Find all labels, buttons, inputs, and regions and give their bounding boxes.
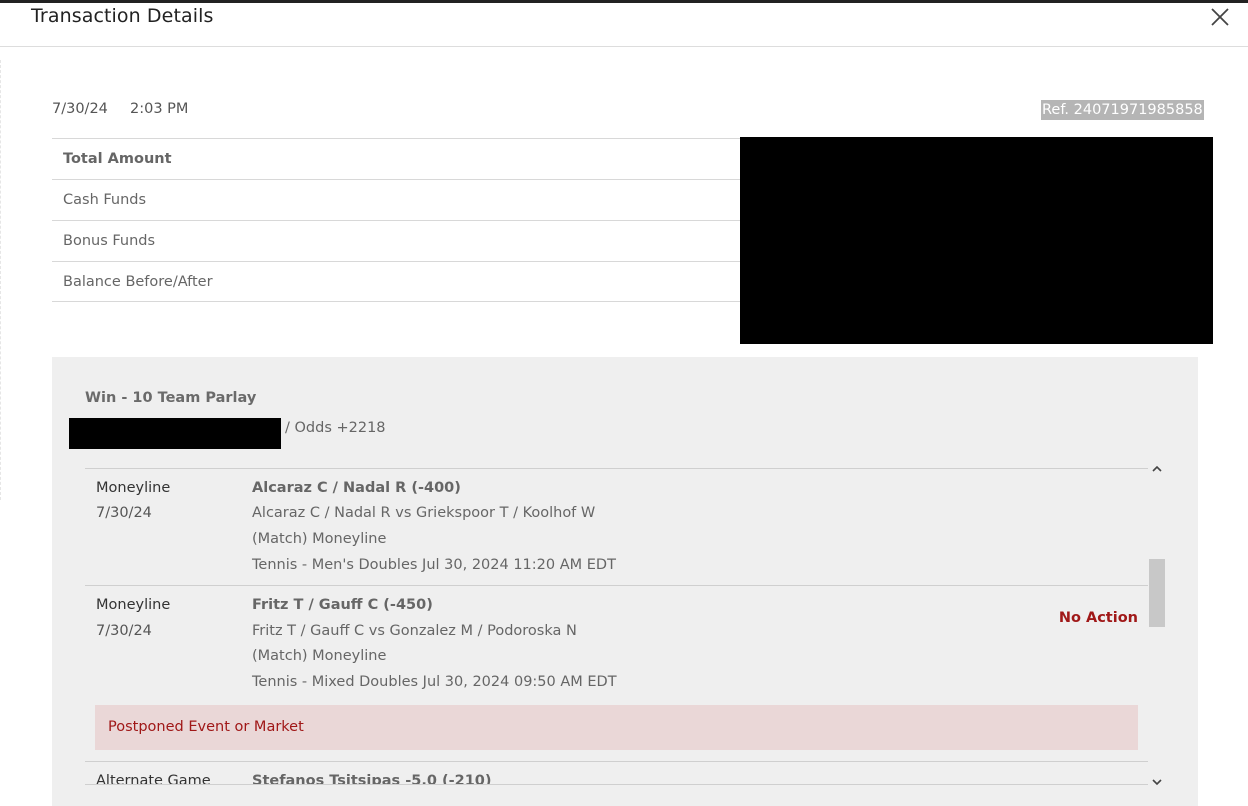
- leg-event: Fritz T / Gauff C vs Gonzalez M / Podoro…: [252, 623, 577, 639]
- modal-title: Transaction Details: [31, 5, 214, 27]
- total-amount-row: Total Amount: [52, 138, 740, 179]
- bet-odds: / Odds +2218: [285, 420, 386, 436]
- leg-notice: Postponed Event or Market: [95, 705, 1138, 750]
- modal-header: Transaction Details: [0, 3, 1248, 47]
- cash-funds-label: Cash Funds: [63, 192, 147, 208]
- bet-panel: Win - 10 Team Parlay / Odds +2218 Moneyl…: [52, 357, 1198, 806]
- redacted-amounts: [740, 137, 1213, 344]
- bonus-funds-label: Bonus Funds: [63, 233, 156, 249]
- leg-selection: Fritz T / Gauff C (-450): [252, 597, 433, 613]
- scroll-thumb[interactable]: [1149, 559, 1165, 627]
- leg-date: 7/30/24: [96, 623, 152, 639]
- bet-leg: Alternate Game Stefanos Tsitsipas -5.0 (…: [85, 762, 1148, 784]
- redacted-stake: [69, 418, 281, 449]
- legs-bottom-divider: [85, 784, 1148, 785]
- transaction-time: 2:03 PM: [130, 101, 189, 117]
- chevron-up-icon: [1152, 465, 1162, 472]
- balance-row: Balance Before/After: [52, 261, 740, 302]
- close-button[interactable]: [1208, 5, 1232, 29]
- leg-selection: Stefanos Tsitsipas -5.0 (-210): [252, 773, 492, 784]
- chevron-down-icon: [1152, 779, 1162, 786]
- leg-status-badge: No Action: [1058, 610, 1138, 626]
- bet-legs-list[interactable]: Moneyline 7/30/24 Alcaraz C / Nadal R (-…: [85, 468, 1148, 784]
- close-icon: [1211, 8, 1229, 26]
- leg-type: Moneyline: [96, 480, 171, 496]
- balance-label: Balance Before/After: [63, 273, 213, 290]
- scroll-up-button[interactable]: [1151, 460, 1163, 472]
- bonus-funds-row: Bonus Funds: [52, 220, 740, 261]
- leg-selection: Alcaraz C / Nadal R (-400): [252, 480, 461, 496]
- transaction-ref: Ref. 24071971985858: [1041, 100, 1204, 120]
- bet-leg: Moneyline 7/30/24 Fritz T / Gauff C (-45…: [85, 586, 1148, 762]
- left-edge-divider: [0, 60, 2, 500]
- scroll-down-button[interactable]: [1151, 773, 1163, 786]
- leg-event: Alcaraz C / Nadal R vs Griekspoor T / Ko…: [252, 505, 596, 521]
- leg-type: Moneyline: [96, 597, 171, 613]
- bet-leg: Moneyline 7/30/24 Alcaraz C / Nadal R (-…: [85, 469, 1148, 586]
- leg-market: (Match) Moneyline: [252, 531, 387, 547]
- leg-league: Tennis - Mixed Doubles Jul 30, 2024 09:5…: [252, 674, 617, 690]
- cash-funds-row: Cash Funds: [52, 179, 740, 220]
- leg-type: Alternate Game: [96, 773, 211, 784]
- leg-league: Tennis - Men's Doubles Jul 30, 2024 11:2…: [252, 557, 616, 573]
- legs-scrollbar[interactable]: [1148, 460, 1166, 786]
- leg-market: (Match) Moneyline: [252, 648, 387, 664]
- amount-summary: Total Amount Cash Funds Bonus Funds Bala…: [52, 138, 740, 302]
- total-amount-label: Total Amount: [63, 151, 172, 167]
- leg-date: 7/30/24: [96, 505, 152, 521]
- transaction-date: 7/30/24: [52, 101, 108, 117]
- bet-title: Win - 10 Team Parlay: [85, 390, 257, 406]
